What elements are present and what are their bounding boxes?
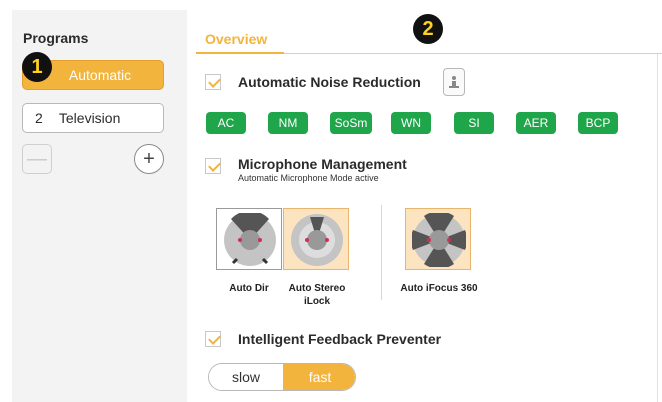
mic-mode-divider [381, 205, 382, 300]
noise-pill-bcp: BCP [578, 112, 618, 134]
speed-option-fast[interactable]: fast [283, 364, 355, 390]
noise-pill-si: SI [454, 112, 494, 134]
noise-pill-sosm: SoSm [330, 112, 372, 134]
program-item-television[interactable]: 2 Television [22, 103, 164, 133]
ifocus-mic-icon [412, 213, 466, 267]
noise-pill-ac: AC [206, 112, 246, 134]
panel-border [657, 54, 658, 402]
noise-reduction-label: Automatic Noise Reduction [238, 74, 421, 90]
microphone-mode-status: Automatic Microphone Mode active [238, 173, 379, 183]
noise-pill-nm: NM [268, 112, 308, 134]
mic-mode-ifocus-label: Auto iFocus 360 [400, 283, 478, 294]
mic-mode-auto-dir[interactable] [216, 208, 282, 270]
program-name: Television [58, 110, 121, 126]
noise-pill-aer: AER [516, 112, 556, 134]
speed-option-slow[interactable]: slow [209, 364, 283, 390]
feedback-preventer-checkbox[interactable] [205, 331, 221, 347]
mic-mode-auto-stereo-ilock[interactable] [283, 208, 349, 270]
noise-info-button[interactable] [443, 68, 465, 96]
mic-mode-auto-ifocus-360[interactable] [405, 208, 471, 270]
mic-mode-auto-stereo-label: Auto Stereo [288, 283, 346, 294]
callout-badge-2: 2 [413, 14, 443, 44]
add-program-button[interactable]: + [134, 144, 164, 174]
remove-program-button[interactable]: — [22, 144, 52, 174]
microphone-management-label: Microphone Management [238, 156, 407, 172]
tab-overview[interactable]: Overview [205, 31, 267, 47]
noise-pill-wn: WN [391, 112, 431, 134]
tab-active-indicator [196, 52, 284, 54]
noise-reduction-checkbox[interactable] [205, 74, 221, 90]
person-icon [449, 76, 459, 88]
feedback-preventer-label: Intelligent Feedback Preventer [238, 331, 442, 347]
microphone-management-checkbox[interactable] [205, 158, 221, 174]
program-number: 2 [35, 110, 43, 126]
program-name: Automatic [68, 67, 132, 83]
tab-divider [284, 53, 662, 54]
callout-badge-1: 1 [22, 52, 52, 82]
mic-mode-auto-dir-label: Auto Dir [229, 283, 269, 294]
programs-title: Programs [23, 30, 89, 46]
feedback-speed-toggle[interactable]: slow fast [208, 363, 356, 391]
stereo-mic-icon [291, 214, 343, 266]
mic-mode-auto-stereo-label-2: iLock [303, 296, 331, 307]
directional-mic-icon [224, 213, 276, 266]
